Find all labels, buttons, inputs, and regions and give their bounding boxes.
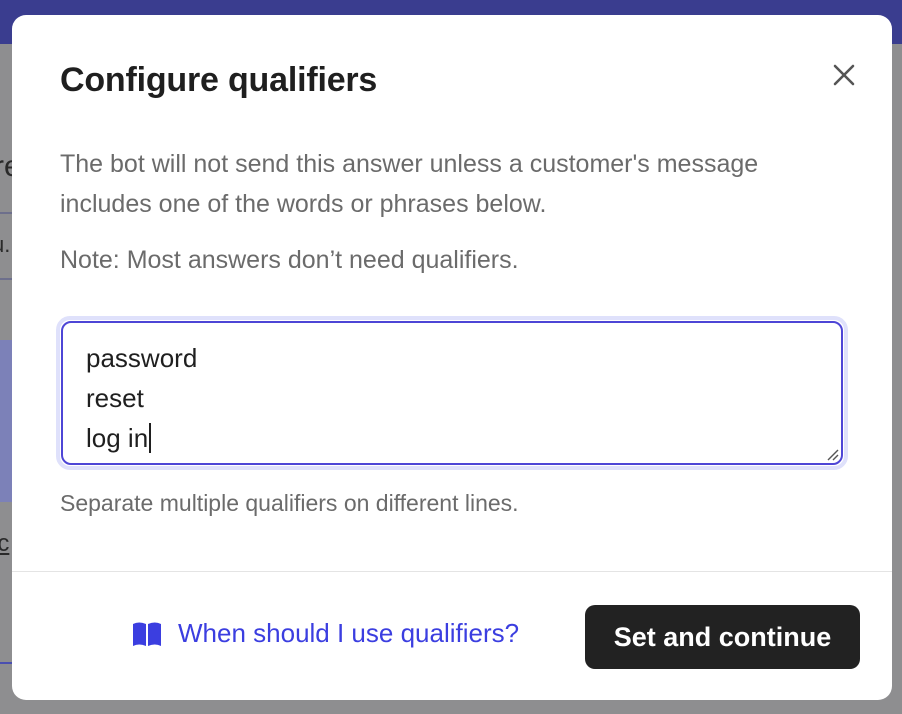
qualifiers-helper-text: Separate multiple qualifiers on differen… (60, 490, 519, 516)
backdrop-link: ic (0, 530, 10, 557)
close-icon (833, 64, 855, 86)
help-link-label: When should I use qualifiers? (178, 618, 520, 648)
qualifiers-textarea[interactable]: password reset log in (61, 321, 843, 465)
configure-qualifiers-dialog: Configure qualifiers The bot will not se… (12, 15, 892, 700)
dialog-title: Configure qualifiers (60, 61, 378, 99)
dialog-note: Note: Most answers don’t need qualifiers… (60, 246, 519, 274)
text-caret (149, 423, 152, 453)
backdrop-divider (0, 278, 12, 280)
resize-handle-icon[interactable] (825, 447, 839, 461)
book-icon (133, 622, 161, 646)
qualifier-line: log in (86, 418, 841, 458)
dialog-description: The bot will not send this answer unless… (60, 150, 759, 218)
set-and-continue-button[interactable]: Set and continue (585, 605, 860, 669)
qualifiers-help-link[interactable]: When should I use qualifiers? (132, 618, 519, 649)
footer-divider (12, 571, 892, 572)
qualifier-line: password (86, 343, 198, 373)
backdrop-banner (0, 340, 12, 502)
backdrop-divider (0, 212, 12, 214)
backdrop-divider (0, 662, 12, 664)
backdrop-text: u. (0, 232, 11, 257)
qualifier-line: reset (86, 383, 144, 413)
qualifiers-field-focus-ring: password reset log in (56, 316, 848, 470)
close-button[interactable] (828, 59, 860, 91)
